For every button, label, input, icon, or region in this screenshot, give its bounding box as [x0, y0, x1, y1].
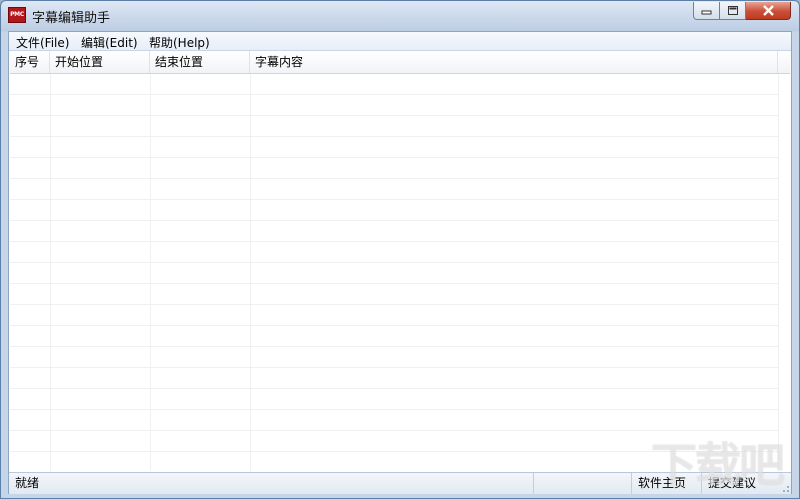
minimize-button[interactable]	[693, 2, 720, 20]
column-header-start[interactable]: 开始位置	[50, 51, 150, 73]
window-title: 字幕编辑助手	[32, 11, 111, 26]
list-rows[interactable]	[10, 74, 778, 471]
column-divider	[150, 74, 151, 471]
column-header-end[interactable]: 结束位置	[150, 51, 250, 73]
maximize-icon	[727, 6, 738, 15]
column-divider	[50, 74, 51, 471]
menu-edit[interactable]: 编辑(Edit)	[81, 34, 138, 51]
column-header-content[interactable]: 字幕内容	[250, 51, 778, 73]
minimize-icon	[701, 10, 712, 15]
watermark-logo: 下载吧	[651, 438, 785, 492]
subtitle-list[interactable]: 序号 开始位置 结束位置 字幕内容	[10, 51, 790, 471]
list-header: 序号 开始位置 结束位置 字幕内容	[10, 51, 790, 74]
status-spacer	[533, 473, 631, 494]
close-icon	[762, 5, 774, 16]
status-text: 就绪	[15, 476, 40, 490]
maximize-button[interactable]	[720, 2, 746, 20]
close-button[interactable]	[746, 2, 791, 20]
column-divider	[250, 74, 251, 471]
scroll-gutter	[778, 74, 790, 471]
title-bar[interactable]: PMC 字幕编辑助手	[1, 1, 799, 31]
app-window: PMC 字幕编辑助手 文件(File) 编辑(Edit) 帮助(Help) 序号…	[0, 0, 800, 499]
column-header-index[interactable]: 序号	[10, 51, 50, 73]
app-icon[interactable]: PMC	[8, 7, 26, 23]
menu-help[interactable]: 帮助(Help)	[149, 34, 210, 51]
menu-bar: 文件(File) 编辑(Edit) 帮助(Help)	[9, 32, 791, 51]
client-area: 文件(File) 编辑(Edit) 帮助(Help) 序号 开始位置 结束位置 …	[8, 31, 792, 494]
menu-file[interactable]: 文件(File)	[16, 34, 69, 51]
